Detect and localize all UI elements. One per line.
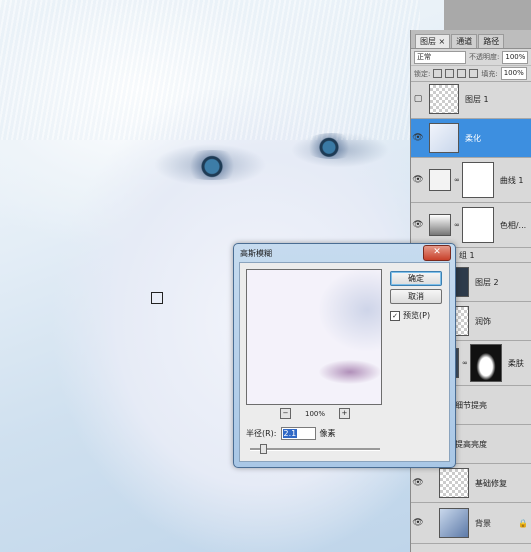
layer-name: 基础修复 (475, 478, 507, 488)
layer-mask-thumbnail (461, 162, 494, 198)
blend-mode-select[interactable]: 正常 (414, 50, 466, 64)
layer-name: 色相/... (499, 220, 527, 230)
lock-pixels-icon[interactable] (445, 69, 455, 78)
layer-name: 图层 2 (475, 277, 499, 287)
link-icon: ∞ (454, 176, 460, 184)
zoom-out-button[interactable]: − (280, 408, 291, 419)
lock-transparency-icon[interactable] (433, 69, 443, 78)
layer-name: 背景 (475, 518, 491, 528)
layer-row[interactable]: 👁 基础修复 (411, 464, 531, 503)
layer-thumbnail (439, 468, 469, 498)
eye-icon[interactable]: 👁 (411, 220, 425, 230)
layer-thumbnail (429, 84, 459, 114)
radius-unit: 像素 (319, 429, 336, 438)
eye-icon[interactable]: 👁 (411, 518, 425, 528)
fill-input[interactable]: 100% (500, 67, 527, 80)
curves-adjustment-icon (429, 169, 451, 191)
layer-row[interactable]: 👁 背景 🔒 (411, 503, 531, 544)
layer-name: 图层 1 (465, 94, 489, 104)
tab-paths[interactable]: 路径 (478, 34, 505, 48)
radius-value: 2.1 (282, 429, 298, 438)
layer-mask-thumbnail (469, 344, 502, 382)
photo-hair (0, 0, 420, 140)
app-background (444, 0, 531, 30)
zoom-controls: − 100% + (280, 408, 350, 419)
preview-label: 预览(P) (403, 311, 431, 320)
lock-all-icon[interactable] (469, 69, 479, 78)
photo-right-eye (302, 133, 362, 159)
tab-layers[interactable]: 图层 × (415, 34, 451, 48)
zoom-in-button[interactable]: + (338, 408, 350, 419)
radius-slider-thumb[interactable] (260, 444, 267, 454)
link-icon: ∞ (454, 221, 460, 229)
fill-label: 填充: (481, 69, 498, 78)
preview-option: ✓ 预览(P) (390, 310, 430, 321)
radius-slider-track[interactable] (250, 448, 380, 451)
opacity-input[interactable]: 100% (502, 50, 529, 64)
preview-checkbox[interactable]: ✓ (390, 310, 400, 321)
close-button[interactable]: ✕ (423, 245, 451, 261)
preview-image (247, 270, 381, 404)
tab-channels[interactable]: 通道 (451, 34, 478, 48)
gaussian-blur-dialog: 高斯模糊 ✕ − 100% + 确定 取消 ✓ 预览(P) 半径(R): 2.1… (233, 243, 456, 468)
radius-label: 半径(R): (246, 429, 277, 438)
blend-row: 正常 不透明度: 100% (411, 49, 531, 66)
layer-name: 柔肤 (507, 358, 524, 368)
cursor-square-icon (151, 292, 163, 304)
eye-icon[interactable]: 👁 (411, 478, 425, 488)
layer-thumbnail (429, 123, 459, 153)
dialog-title: 高斯模糊 (240, 249, 272, 258)
group-name: 组 1 (459, 250, 475, 260)
dialog-body: − 100% + 确定 取消 ✓ 预览(P) 半径(R): 2.1 像素 (239, 262, 450, 462)
layer-name: 曲线 1 (499, 175, 524, 185)
lock-icon: 🔒 (518, 518, 528, 528)
eye-icon[interactable]: 👁 (411, 133, 425, 143)
layer-name: 提高亮度 (455, 439, 487, 449)
lock-position-icon[interactable] (457, 69, 467, 78)
opacity-label: 不透明度: (469, 53, 500, 61)
layer-name: 柔化 (465, 133, 481, 143)
hue-saturation-adjustment-icon (429, 214, 451, 236)
photo-left-eye (172, 150, 252, 180)
zoom-level: 100% (304, 409, 325, 418)
layer-row-selected[interactable]: 👁 柔化 (411, 119, 531, 158)
cancel-button[interactable]: 取消 (390, 289, 442, 304)
layer-thumbnail (439, 508, 469, 538)
layer-mask-thumbnail (461, 207, 494, 243)
layer-row[interactable]: ▢ 图层 1 (411, 80, 531, 119)
preview-pane[interactable] (246, 269, 382, 405)
lock-label: 锁定: (414, 69, 431, 78)
radius-row: 半径(R): 2.1 像素 (246, 427, 336, 440)
link-icon: ∞ (462, 359, 468, 367)
radius-input[interactable]: 2.1 (280, 427, 316, 440)
ok-button[interactable]: 确定 (390, 271, 442, 286)
layer-name: 细节提亮 (455, 400, 487, 410)
layer-row[interactable]: 👁 ∞ 曲线 1 (411, 158, 531, 203)
layer-name: 润饰 (475, 316, 491, 326)
eye-icon[interactable]: 👁 (411, 175, 425, 185)
preview-lips (319, 360, 381, 384)
panel-tabs: 图层 × 通道 路径 (411, 30, 531, 49)
layer-row[interactable]: 👁 ∞ 色相/... (411, 203, 531, 248)
visibility-toggle[interactable]: ▢ (411, 94, 425, 104)
